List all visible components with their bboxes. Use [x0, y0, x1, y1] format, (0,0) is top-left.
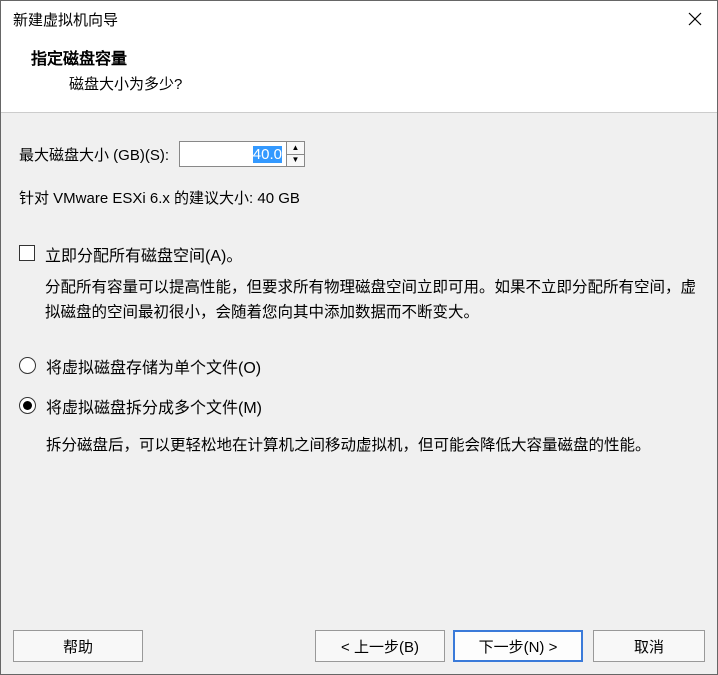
back-button[interactable]: < 上一步(B) — [315, 630, 445, 662]
radio-split-files-row: 将虚拟磁盘拆分成多个文件(M) — [19, 394, 699, 418]
wizard-window: 新建虚拟机向导 指定磁盘容量 磁盘大小为多少? 最大磁盘大小 (GB)(S): … — [0, 0, 718, 675]
header-subtitle: 磁盘大小为多少? — [31, 73, 687, 94]
radio-split-files-description: 拆分磁盘后，可以更轻松地在计算机之间移动虚拟机，但可能会降低大容量磁盘的性能。 — [46, 434, 699, 459]
titlebar: 新建虚拟机向导 — [1, 1, 717, 37]
recommended-size-text: 针对 VMware ESXi 6.x 的建议大小: 40 GB — [19, 187, 699, 208]
disk-size-row: 最大磁盘大小 (GB)(S): ▲ ▼ — [19, 141, 699, 167]
radio-single-file-row: 将虚拟磁盘存储为单个文件(O) — [19, 354, 699, 378]
close-icon — [688, 12, 702, 26]
close-button[interactable] — [685, 9, 705, 29]
radio-split-files[interactable] — [19, 397, 36, 414]
radio-split-files-label: 将虚拟磁盘拆分成多个文件(M) — [46, 394, 262, 418]
spinner-up-button[interactable]: ▲ — [287, 142, 304, 155]
disk-size-spinner: ▲ ▼ — [179, 141, 305, 167]
allocate-now-description: 分配所有容量可以提高性能，但要求所有物理磁盘空间立即可用。如果不立即分配所有空间… — [45, 276, 699, 326]
radio-single-file-label: 将虚拟磁盘存储为单个文件(O) — [46, 354, 261, 378]
next-button[interactable]: 下一步(N) > — [453, 630, 583, 662]
disk-size-input[interactable] — [179, 141, 287, 167]
disk-size-label: 最大磁盘大小 (GB)(S): — [19, 144, 169, 165]
allocate-now-label: 立即分配所有磁盘空间(A)。 — [45, 242, 242, 266]
allocate-now-checkbox[interactable] — [19, 245, 35, 261]
wizard-content: 最大磁盘大小 (GB)(S): ▲ ▼ 针对 VMware ESXi 6.x 的… — [1, 113, 717, 618]
allocate-now-row: 立即分配所有磁盘空间(A)。 — [19, 242, 699, 266]
header-title: 指定磁盘容量 — [31, 45, 687, 69]
cancel-button[interactable]: 取消 — [593, 630, 705, 662]
radio-single-file[interactable] — [19, 357, 36, 374]
help-button[interactable]: 帮助 — [13, 630, 143, 662]
wizard-footer: 帮助 < 上一步(B) 下一步(N) > 取消 — [1, 618, 717, 674]
window-title: 新建虚拟机向导 — [13, 9, 118, 30]
wizard-header: 指定磁盘容量 磁盘大小为多少? — [1, 37, 717, 113]
spinner-buttons: ▲ ▼ — [287, 141, 305, 167]
spinner-down-button[interactable]: ▼ — [287, 155, 304, 167]
